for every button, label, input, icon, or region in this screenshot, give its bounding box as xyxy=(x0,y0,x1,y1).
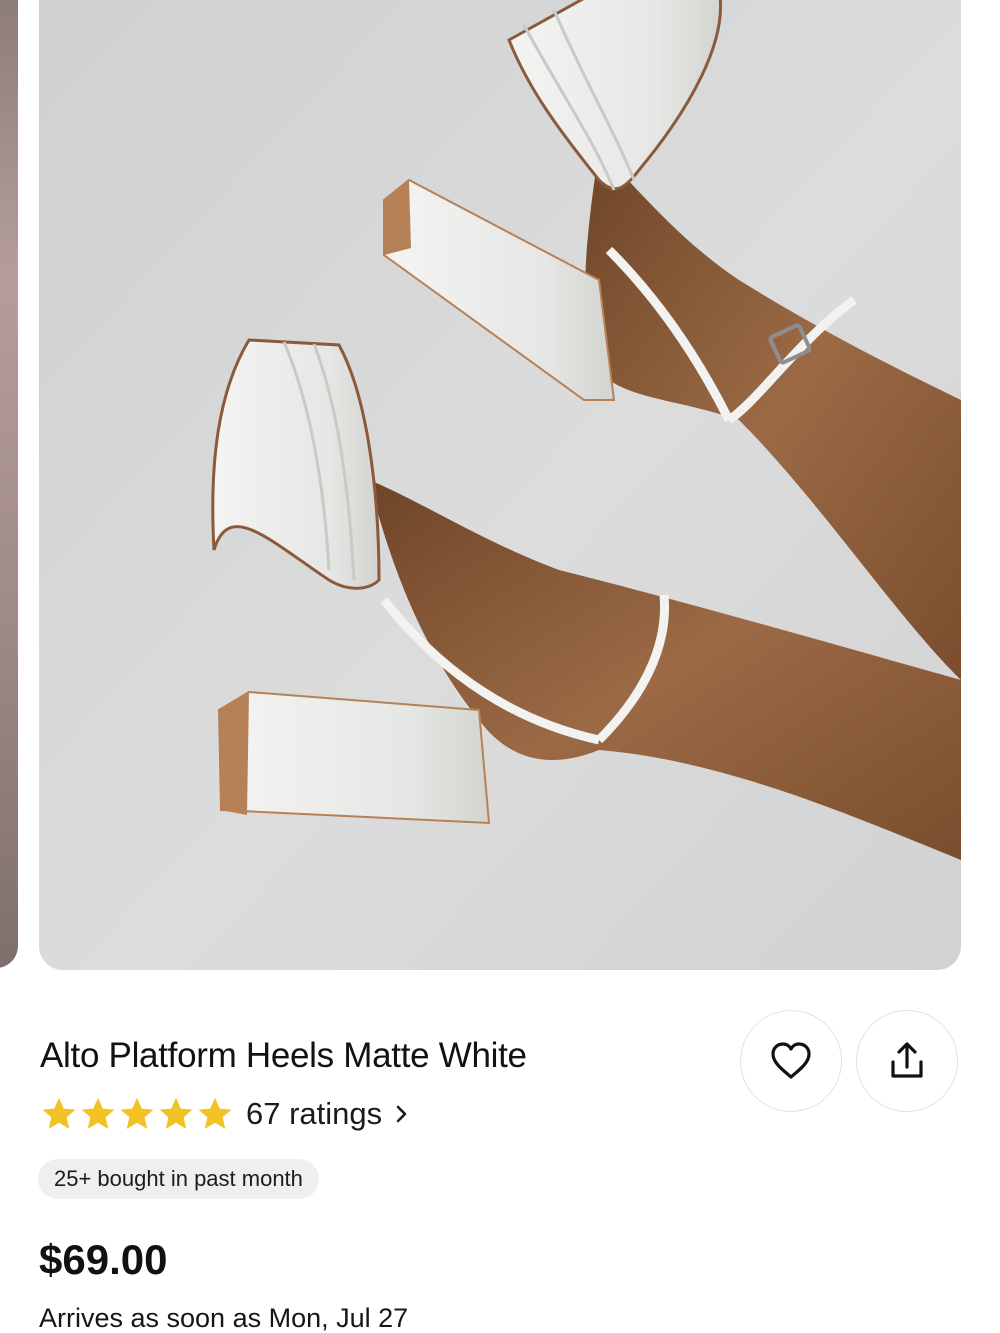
favorite-button[interactable] xyxy=(740,1010,842,1112)
star-icon xyxy=(120,1097,154,1129)
star-icon xyxy=(42,1097,76,1129)
ratings-link[interactable]: 67 ratings xyxy=(246,1096,408,1132)
product-image[interactable] xyxy=(39,0,961,970)
rating-row[interactable]: 67 ratings xyxy=(40,1093,408,1135)
previous-product-image[interactable] xyxy=(0,0,18,968)
share-icon xyxy=(891,1042,923,1078)
chevron-right-icon xyxy=(396,1105,407,1123)
product-page: Alto Platform Heels Matte White 67 ratin… xyxy=(0,0,1000,1333)
ratings-count: 67 ratings xyxy=(246,1096,383,1131)
price: $69.00 xyxy=(39,1236,168,1283)
product-title: Alto Platform Heels Matte White xyxy=(40,1036,527,1075)
arrival-estimate: Arrives as soon as Mon, Jul 27 xyxy=(39,1303,409,1333)
star-rating xyxy=(40,1095,234,1133)
heart-icon xyxy=(771,1042,811,1079)
product-photo xyxy=(39,0,961,970)
star-icon xyxy=(159,1097,193,1129)
star-icon xyxy=(81,1097,115,1129)
share-button[interactable] xyxy=(856,1010,958,1112)
bought-badge: 25+ bought in past month xyxy=(38,1159,319,1199)
star-icon xyxy=(198,1097,232,1129)
